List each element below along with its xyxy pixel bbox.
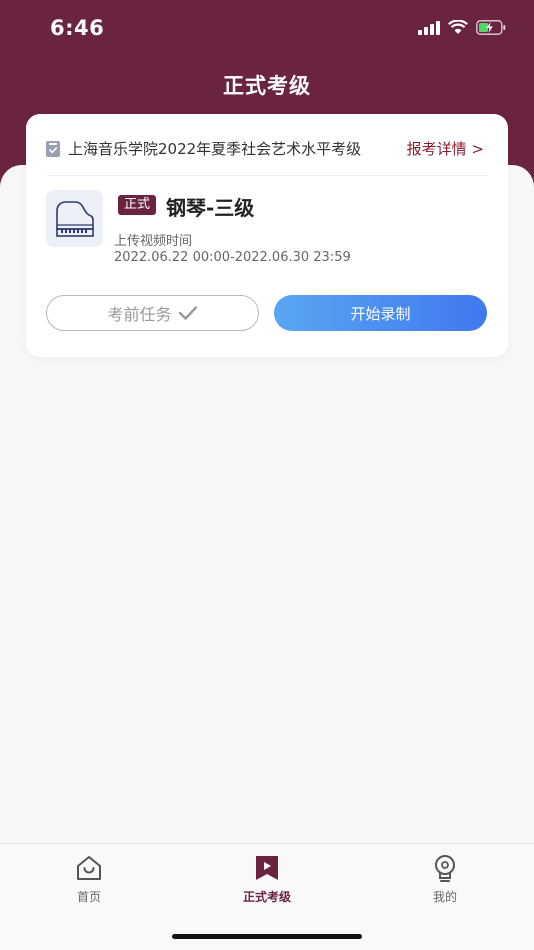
tab-mine-label: 我的 [432,890,457,904]
exam-card-header: 上海音乐学院2022年夏季社会艺术水平考级 报考详情 > [46,134,488,176]
status-bar: 6:46 [0,0,534,60]
tab-home-label: 首页 [76,890,101,904]
status-icons [418,20,506,35]
tab-mine[interactable]: 我的 [395,854,495,905]
tab-official-exam[interactable]: 正式考级 [217,854,317,905]
tab-official-exam-label: 正式考级 [242,890,291,904]
registration-details-link[interactable]: 报考详情 > [407,138,484,159]
official-badge: 正式 [118,195,157,215]
checkmark-icon [178,306,197,320]
tab-home[interactable]: 首页 [39,854,139,905]
pre-exam-task-button[interactable]: 考前任务 [46,295,259,331]
start-recording-button[interactable]: 开始录制 [274,295,487,331]
upload-time-label: 上传视频时间 [114,234,193,249]
wifi-icon [448,20,468,34]
lightbulb-icon [435,855,455,882]
home-icon [77,856,101,880]
exam-card: 上海音乐学院2022年夏季社会艺术水平考级 报考详情 > 正式 钢琴-三级 上传… [26,114,508,357]
exam-name: 上海音乐学院2022年夏季社会艺术水平考级 [68,140,362,158]
piano-icon [55,200,94,237]
document-check-icon [46,141,60,157]
subject-thumbnail [46,190,103,247]
home-indicator[interactable] [172,934,362,939]
battery-charging-icon [476,20,506,35]
status-time: 6:46 [50,16,105,40]
subject-title: 钢琴-三级 [166,196,255,220]
play-bookmark-icon [256,856,278,880]
signal-icon [418,20,440,35]
pre-exam-task-label: 考前任务 [107,305,172,324]
upload-time-range: 2022.06.22 00:00-2022.06.30 23:59 [114,250,351,265]
start-recording-label: 开始录制 [350,304,411,323]
page-title: 正式考级 [223,74,311,98]
